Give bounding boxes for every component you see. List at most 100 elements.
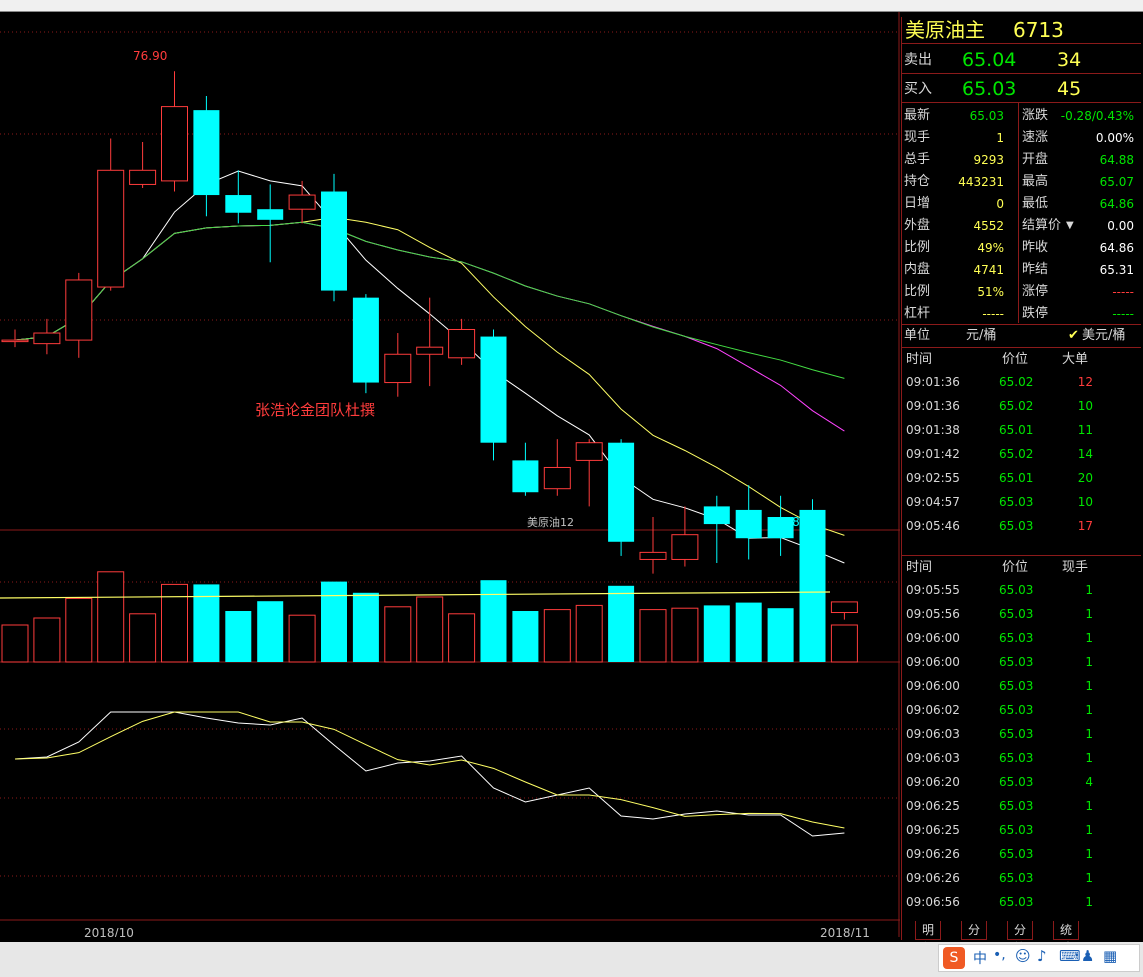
volume-bar-up: [161, 583, 188, 663]
kline-chart[interactable]: 76.90 64.81 张浩论金团队杜撰 美原油12 2018/10 2018/…: [0, 12, 900, 937]
stat-value: -----: [982, 307, 1004, 321]
table-header: 时间 价位 大单: [902, 349, 1142, 371]
stat-value: 64.86: [1099, 197, 1134, 211]
stat-value: 64.88: [1099, 153, 1134, 167]
stat-label: 涨停: [1022, 284, 1049, 299]
table-row[interactable]: 09:04:57 65.03 10: [902, 491, 1142, 513]
input-method-toolbar[interactable]: S 中 •, ☺ ♪ ⌨ ♟ ▦: [938, 944, 1140, 972]
table-row[interactable]: 09:02:55 65.01 20: [902, 467, 1142, 489]
col-header-time: 时间: [906, 352, 933, 367]
stat-value: 1: [996, 131, 1004, 145]
row-volume: 1: [1085, 607, 1093, 621]
table-row[interactable]: 09:06:26 65.03 1: [902, 843, 1142, 865]
stat-label: 昨收: [1022, 240, 1049, 255]
stat-value: 0.00%: [1095, 131, 1134, 145]
row-price: 65.03: [999, 703, 1034, 717]
sell-row: 卖出 65.04 34: [902, 47, 1142, 73]
keyboard-icon[interactable]: ⌨: [1059, 947, 1081, 965]
row-price: 65.03: [999, 519, 1034, 533]
row-time: 09:06:00: [906, 655, 960, 669]
stats-row: 持仓 443231 最高 65.07: [902, 171, 1142, 193]
table-row[interactable]: 09:06:00 65.03 1: [902, 675, 1142, 697]
candle-body-down: [352, 297, 379, 383]
stat-value: 0.00: [1107, 219, 1134, 233]
volume-bar-up: [288, 614, 316, 663]
table-row[interactable]: 09:06:03 65.03 1: [902, 747, 1142, 769]
volume-bar-up: [416, 596, 444, 663]
row-time: 09:06:25: [906, 823, 960, 837]
chinese-mode-icon[interactable]: 中: [973, 948, 987, 968]
toolbox-icon[interactable]: ▦: [1103, 947, 1117, 965]
table-row[interactable]: 09:06:20 65.03 4: [902, 771, 1142, 793]
sell-label: 卖出: [904, 52, 932, 68]
row-time: 09:01:36: [906, 399, 960, 413]
table-row[interactable]: 09:06:00 65.03 1: [902, 651, 1142, 673]
candle-body-down: [257, 209, 284, 220]
emoji-icon[interactable]: ☺: [1015, 947, 1031, 965]
unit-option-yuan[interactable]: 元/桶: [966, 325, 996, 347]
table-row[interactable]: 09:01:38 65.01 11: [902, 419, 1142, 441]
stats-row: 比例 51% 涨停 -----: [902, 281, 1142, 303]
table-row[interactable]: 09:01:36 65.02 10: [902, 395, 1142, 417]
contract-tag: 美原油12: [527, 515, 574, 529]
table-row[interactable]: 09:05:55 65.03 1: [902, 579, 1142, 601]
stat-label: 昨结: [1022, 262, 1049, 277]
sogou-icon[interactable]: S: [943, 947, 965, 969]
date-label-right: 2018/11: [820, 926, 870, 937]
stat-label: 结算价: [1022, 218, 1062, 233]
quote-panel: 美原油主 6713 卖出 65.04 34 买入 65.03 45 最新 65.0…: [901, 17, 1142, 940]
table-row[interactable]: 09:01:36 65.02 12: [902, 371, 1142, 393]
table-row[interactable]: 09:06:00 65.03 1: [902, 627, 1142, 649]
row-price: 65.03: [999, 823, 1034, 837]
tab-tick[interactable]: 分笔: [1007, 921, 1034, 955]
stat-label: 持仓: [904, 174, 931, 189]
row-time: 09:06:00: [906, 679, 960, 693]
row-time: 09:06:03: [906, 751, 960, 765]
table-row[interactable]: 09:01:42 65.02 14: [902, 443, 1142, 465]
tab-statistics[interactable]: 统计: [1053, 921, 1080, 955]
settlement-dropdown-icon[interactable]: ▼: [1066, 215, 1074, 237]
stats-row: 日增 0 最低 64.86: [902, 193, 1142, 215]
row-time: 09:01:36: [906, 375, 960, 389]
row-volume: 1: [1085, 727, 1093, 741]
skin-icon[interactable]: ♟: [1081, 947, 1094, 965]
stats-row: 总手 9293 开盘 64.88: [902, 149, 1142, 171]
table-row[interactable]: 09:05:56 65.03 1: [902, 603, 1142, 625]
stat-value: 51%: [977, 285, 1004, 299]
stat-label: 跌停: [1022, 306, 1049, 321]
buy-price: 65.03: [962, 78, 1017, 100]
candle-body-up: [65, 279, 93, 341]
table-row[interactable]: 09:06:25 65.03 1: [902, 819, 1142, 841]
stat-value: -----: [1112, 307, 1134, 321]
candle-body-up: [161, 106, 188, 182]
stats-row: 外盘 4552 结算价 0.00: [902, 215, 1142, 237]
row-price: 65.03: [999, 583, 1034, 597]
table-row[interactable]: 09:06:26 65.03 1: [902, 867, 1142, 889]
candle-body-down: [608, 442, 635, 542]
volume-bar-up: [33, 617, 61, 663]
candle-body-up: [830, 601, 858, 614]
punctuation-icon[interactable]: •,: [993, 947, 1006, 963]
tab-detail[interactable]: 明细: [915, 921, 942, 955]
table-row[interactable]: 09:05:46 65.03 17: [902, 515, 1142, 537]
voice-icon[interactable]: ♪: [1037, 947, 1047, 965]
low-price-label: 64.81: [773, 515, 807, 529]
table-row[interactable]: 09:06:25 65.03 1: [902, 795, 1142, 817]
row-price: 65.03: [999, 871, 1034, 885]
table-row[interactable]: 09:06:56 65.03 1: [902, 891, 1142, 913]
stat-value: 64.86: [1099, 241, 1134, 255]
table-row[interactable]: 09:06:03 65.03 1: [902, 723, 1142, 745]
unit-option-usd[interactable]: 美元/桶: [1082, 325, 1125, 347]
row-volume: 1: [1085, 895, 1093, 909]
row-time: 09:06:02: [906, 703, 960, 717]
volume-bar-up: [65, 597, 93, 663]
table-row[interactable]: 09:06:02 65.03 1: [902, 699, 1142, 721]
stat-label: 外盘: [904, 218, 931, 233]
stat-value: 9293: [973, 153, 1004, 167]
row-volume: 1: [1085, 631, 1093, 645]
row-price: 65.03: [999, 655, 1034, 669]
sell-price: 65.04: [962, 49, 1017, 71]
tab-price-split[interactable]: 分价: [961, 921, 988, 955]
candle-body-down: [193, 110, 220, 196]
row-time: 09:06:26: [906, 847, 960, 861]
